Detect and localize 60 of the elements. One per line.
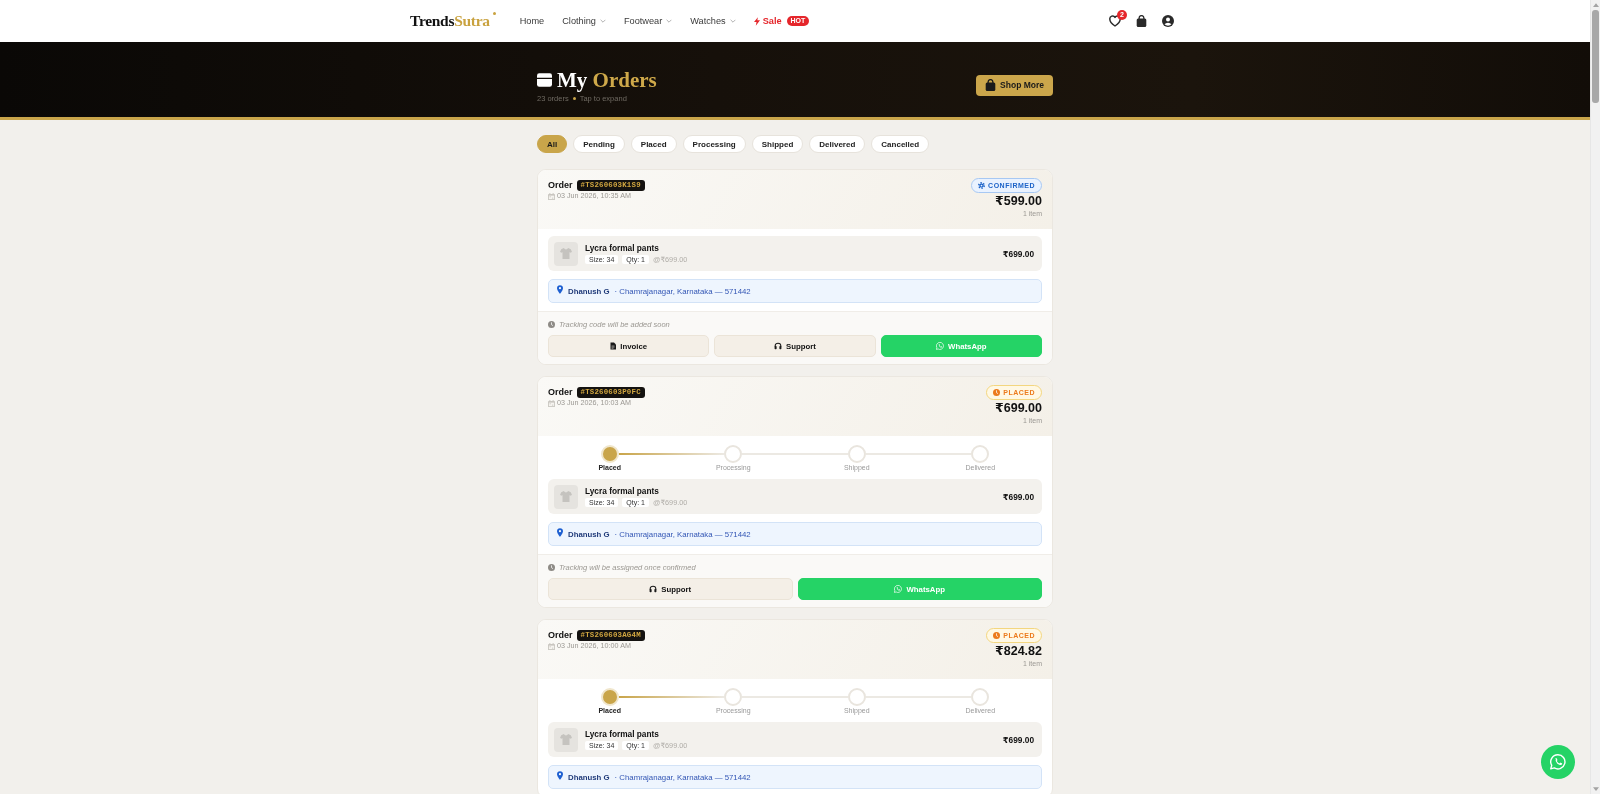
order-label: Order <box>548 630 573 640</box>
item-price: ₹699.00 <box>1002 491 1034 502</box>
filter-chip[interactable]: Cancelled <box>871 135 930 153</box>
tshirt-icon <box>554 241 578 266</box>
user-icon[interactable] <box>1162 15 1174 27</box>
clock-icon <box>993 632 1001 639</box>
shopping-bag-icon[interactable] <box>1136 15 1147 27</box>
clock-icon <box>548 320 555 328</box>
calendar-icon <box>548 192 555 200</box>
page-title: My Orders <box>557 66 657 93</box>
whatsapp-icon <box>1550 754 1566 770</box>
filter-chip[interactable]: Shipped <box>751 135 804 153</box>
headset-icon <box>774 342 783 350</box>
order-total: ₹599.00 <box>995 193 1042 209</box>
lightning-icon <box>753 16 760 26</box>
order-label: Order <box>548 387 573 397</box>
whatsapp-icon <box>936 342 945 350</box>
product-name: Lycra formal pants <box>585 729 659 739</box>
scrollbar-thumb[interactable] <box>1592 10 1599 103</box>
order-label: Order <box>548 180 573 190</box>
nav-link[interactable]: Watches <box>690 15 736 27</box>
clock-icon <box>993 389 1001 396</box>
shopping-bag-icon <box>985 79 997 91</box>
item-price: ₹699.00 <box>1002 734 1034 745</box>
scroll-up-icon[interactable] <box>1592 3 1599 7</box>
calendar-icon <box>548 399 555 407</box>
scrollbar[interactable] <box>1590 0 1600 794</box>
product-name: Lycra formal pants <box>585 243 659 253</box>
filter-chip[interactable]: Delivered <box>809 135 866 153</box>
map-pin-icon <box>557 528 563 537</box>
tshirt-icon <box>554 727 578 752</box>
bullet-icon <box>572 96 576 100</box>
map-pin-icon <box>557 285 563 294</box>
nav-link[interactable]: Home <box>519 15 545 27</box>
order-total: ₹699.00 <box>995 400 1042 416</box>
whatsapp-icon <box>894 585 903 593</box>
gear-icon <box>978 182 986 189</box>
order-total: ₹824.82 <box>995 643 1042 659</box>
calendar-icon <box>548 642 555 650</box>
nav-link[interactable]: Clothing <box>562 15 606 27</box>
shop-more-button[interactable]: Shop More <box>976 74 1053 96</box>
filter-chip[interactable]: All <box>537 135 568 153</box>
box-icon <box>537 72 552 87</box>
filter-chip[interactable]: Pending <box>573 135 625 153</box>
brand-logo[interactable]: TrendsSutra <box>410 12 490 30</box>
filter-chip[interactable]: Processing <box>682 135 746 153</box>
filter-chip[interactable]: Placed <box>630 135 677 153</box>
scroll-down-icon[interactable] <box>1592 787 1599 791</box>
heart-icon[interactable] <box>1109 15 1121 27</box>
nav-link[interactable]: Footwear <box>623 15 673 27</box>
map-pin-icon <box>557 771 563 780</box>
document-icon <box>610 342 617 350</box>
product-name: Lycra formal pants <box>585 486 659 496</box>
item-price: ₹699.00 <box>1002 248 1034 259</box>
sale-link[interactable]: Sale <box>753 15 782 27</box>
logo-dot-icon <box>492 12 496 15</box>
tshirt-icon <box>554 484 578 509</box>
clock-icon <box>548 563 555 571</box>
headset-icon <box>649 585 658 593</box>
whatsapp-fab[interactable] <box>1541 745 1575 779</box>
